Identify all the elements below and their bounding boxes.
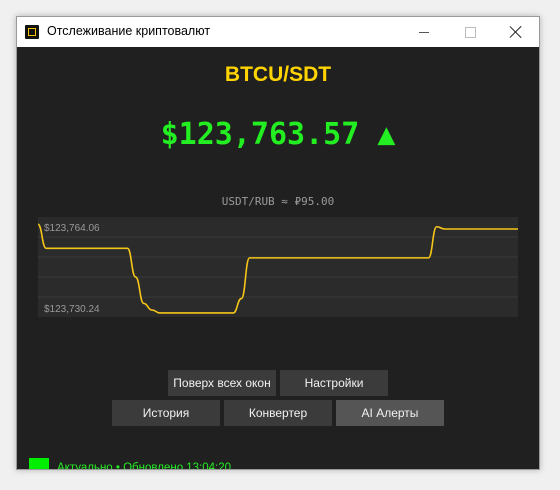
price-chart-svg bbox=[37, 217, 518, 317]
title-bar[interactable]: Отслеживание криптовалют bbox=[17, 17, 539, 47]
status-indicator bbox=[29, 458, 49, 469]
maximize-icon bbox=[464, 26, 476, 38]
trend-up-icon: ▲ bbox=[377, 117, 396, 152]
y-tick-label-max: $123,764.06 bbox=[44, 223, 100, 234]
price-chart: $123,764.06 $123,730.24 bbox=[37, 217, 518, 317]
converter-button[interactable]: Конвертер bbox=[224, 400, 332, 426]
settings-button[interactable]: Настройки bbox=[280, 370, 388, 396]
exchange-rate: USDT/RUB ≈ ₽95.00 bbox=[221, 195, 335, 208]
price-value: $123,763.57 bbox=[160, 117, 360, 152]
always-on-top-button[interactable]: Поверх всех окон bbox=[168, 370, 276, 396]
y-tick-label-min: $123,730.24 bbox=[44, 304, 100, 315]
history-button[interactable]: История bbox=[112, 400, 220, 426]
main-content: BTCU/SDT $123,763.57 ▲ USDT/RUB ≈ ₽95.00… bbox=[17, 47, 539, 469]
price-display: $123,763.57 ▲ bbox=[17, 117, 539, 152]
close-icon bbox=[509, 25, 523, 39]
trading-pair: BTCU/SDT bbox=[224, 63, 332, 86]
chart-background bbox=[38, 217, 518, 317]
minimize-icon bbox=[419, 31, 429, 33]
ai-alerts-button[interactable]: AI Алерты bbox=[336, 400, 444, 426]
close-button[interactable] bbox=[493, 17, 539, 47]
status-text: Актуально • Обновлено 13:04:20 bbox=[57, 462, 232, 470]
window-title: Отслеживание криптовалют bbox=[47, 24, 211, 38]
maximize-button[interactable] bbox=[447, 17, 493, 47]
minimize-button[interactable] bbox=[401, 17, 447, 47]
app-window: Отслеживание криптовалют BTCU/SDT $123,7… bbox=[16, 16, 540, 470]
app-icon bbox=[25, 25, 39, 39]
